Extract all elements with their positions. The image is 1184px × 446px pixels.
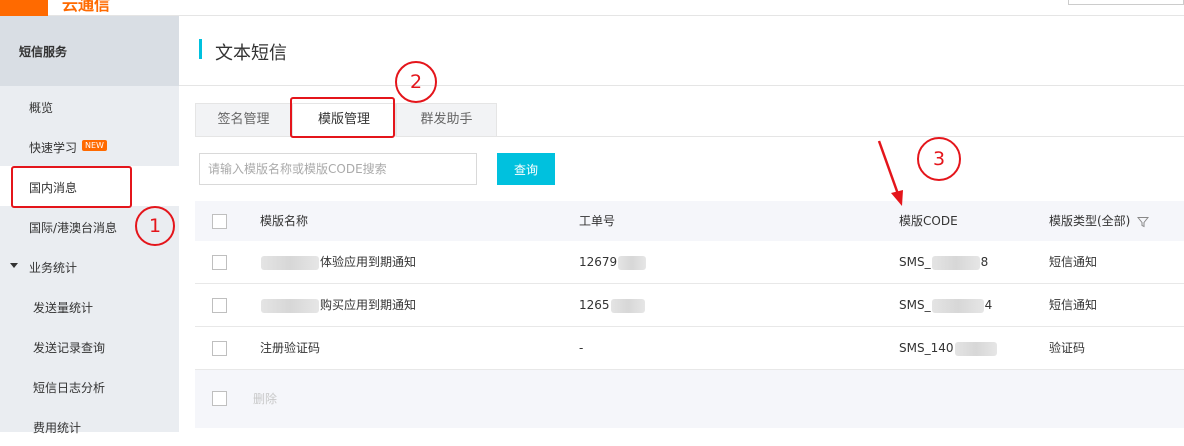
- table-footer: 删除: [195, 370, 1184, 428]
- annotation-box-domestic: [11, 166, 132, 208]
- sidebar-item-label: 短信日志分析: [33, 381, 106, 395]
- redacted-text: [931, 255, 980, 270]
- top-bar: 云通信: [0, 0, 1184, 16]
- template-code-suffix: 4: [984, 298, 993, 312]
- page-header: 文本短信: [179, 16, 1184, 86]
- redacted-text: [618, 255, 647, 270]
- ticket-number: -: [579, 341, 584, 355]
- sidebar-item-label: 国际/港澳台消息: [29, 221, 118, 235]
- brand-logo-text[interactable]: 云通信: [62, 0, 110, 15]
- template-type: 验证码: [1049, 341, 1086, 355]
- template-name: 购买应用到期通知: [260, 284, 416, 327]
- main-content: 文本短信 签名管理 模版管理 群发助手 查询 模版名称 工单号 模版CODE 模…: [179, 16, 1184, 432]
- sidebar-item-label: 业务统计: [29, 261, 78, 275]
- annotation-arrow-icon: [877, 140, 903, 206]
- row-checkbox[interactable]: [212, 255, 227, 270]
- template-name-text: 购买应用到期通知: [320, 298, 417, 312]
- footer-select-all-checkbox[interactable]: [212, 391, 227, 406]
- column-header-ticket: 工单号: [579, 214, 616, 228]
- ticket-number: 12679: [579, 241, 647, 284]
- table-row: 注册验证码 - SMS_140 验证码: [195, 327, 1184, 370]
- template-code-text: SMS_: [899, 255, 931, 269]
- sidebar-item-cost-stats[interactable]: 费用统计: [0, 406, 179, 446]
- sidebar-header-title: 短信服务: [19, 45, 68, 59]
- sidebar-item-send-volume[interactable]: 发送量统计: [0, 286, 179, 326]
- column-header-type[interactable]: 模版类型(全部): [1049, 201, 1150, 241]
- template-type: 短信通知: [1049, 298, 1098, 312]
- sidebar-item-log-analysis[interactable]: 短信日志分析: [0, 366, 179, 406]
- query-button[interactable]: 查询: [497, 153, 555, 185]
- ticket-number-text: 12679: [579, 255, 618, 269]
- row-checkbox[interactable]: [212, 298, 227, 313]
- caret-down-icon: [10, 263, 18, 268]
- new-badge: NEW: [82, 140, 107, 151]
- sidebar-item-label: 费用统计: [33, 421, 82, 435]
- table-row: 购买应用到期通知 1265 SMS_ 4 短信通知: [195, 284, 1184, 327]
- template-code-text: SMS_: [899, 298, 931, 312]
- delete-button[interactable]: 删除: [241, 386, 290, 412]
- table-row: 体验应用到期通知 12679 SMS_ 8 短信通知: [195, 241, 1184, 284]
- column-header-name: 模版名称: [260, 214, 309, 228]
- template-name-text: 体验应用到期通知: [320, 255, 417, 269]
- redacted-text: [954, 341, 997, 356]
- sidebar-item-label: 发送量统计: [33, 301, 94, 315]
- template-type: 短信通知: [1049, 255, 1098, 269]
- redacted-text: [610, 298, 645, 313]
- column-header-type-label: 模版类型(全部): [1049, 214, 1131, 228]
- redacted-text: [261, 255, 319, 270]
- redacted-text: [261, 298, 319, 313]
- sidebar-item-overview[interactable]: 概览: [0, 86, 179, 126]
- annotation-box-template-tab: [290, 97, 395, 138]
- annotation-circle-3: 3: [917, 137, 961, 181]
- page-title: 文本短信: [215, 43, 287, 64]
- redacted-text: [931, 298, 984, 313]
- sidebar-item-label: 快速学习: [29, 141, 78, 155]
- template-code: SMS_ 4: [899, 284, 992, 327]
- annotation-circle-1: 1: [135, 206, 175, 246]
- ticket-number-text: 1265: [579, 298, 610, 312]
- template-code: SMS_ 8: [899, 241, 988, 284]
- title-accent-bar: [199, 39, 202, 59]
- template-name: 注册验证码: [260, 341, 321, 355]
- brand-logo-icon[interactable]: [0, 0, 48, 16]
- select-all-checkbox[interactable]: [212, 214, 227, 229]
- search-input[interactable]: [199, 153, 477, 185]
- template-code: SMS_140: [899, 327, 998, 370]
- sidebar-item-send-records[interactable]: 发送记录查询: [0, 326, 179, 366]
- template-code-suffix: 8: [980, 255, 989, 269]
- sidebar-group-statistics[interactable]: 业务统计: [0, 246, 179, 286]
- sidebar-item-label: 概览: [29, 101, 54, 115]
- ticket-number: 1265: [579, 284, 646, 327]
- top-search-input[interactable]: [1068, 0, 1184, 5]
- table-header: 模版名称 工单号 模版CODE 模版类型(全部): [195, 201, 1184, 241]
- sidebar-item-label: 发送记录查询: [33, 341, 106, 355]
- template-name: 体验应用到期通知: [260, 241, 416, 284]
- sidebar-item-quick-learn[interactable]: 快速学习 NEW: [0, 126, 179, 166]
- sidebar-header: 短信服务: [0, 16, 179, 86]
- tab-signature[interactable]: 签名管理: [195, 103, 292, 137]
- row-checkbox[interactable]: [212, 341, 227, 356]
- template-code-text: SMS_140: [899, 341, 954, 355]
- filter-icon[interactable]: [1137, 216, 1150, 228]
- tab-bulk-assistant[interactable]: 群发助手: [396, 103, 497, 137]
- annotation-circle-2: 2: [395, 61, 437, 103]
